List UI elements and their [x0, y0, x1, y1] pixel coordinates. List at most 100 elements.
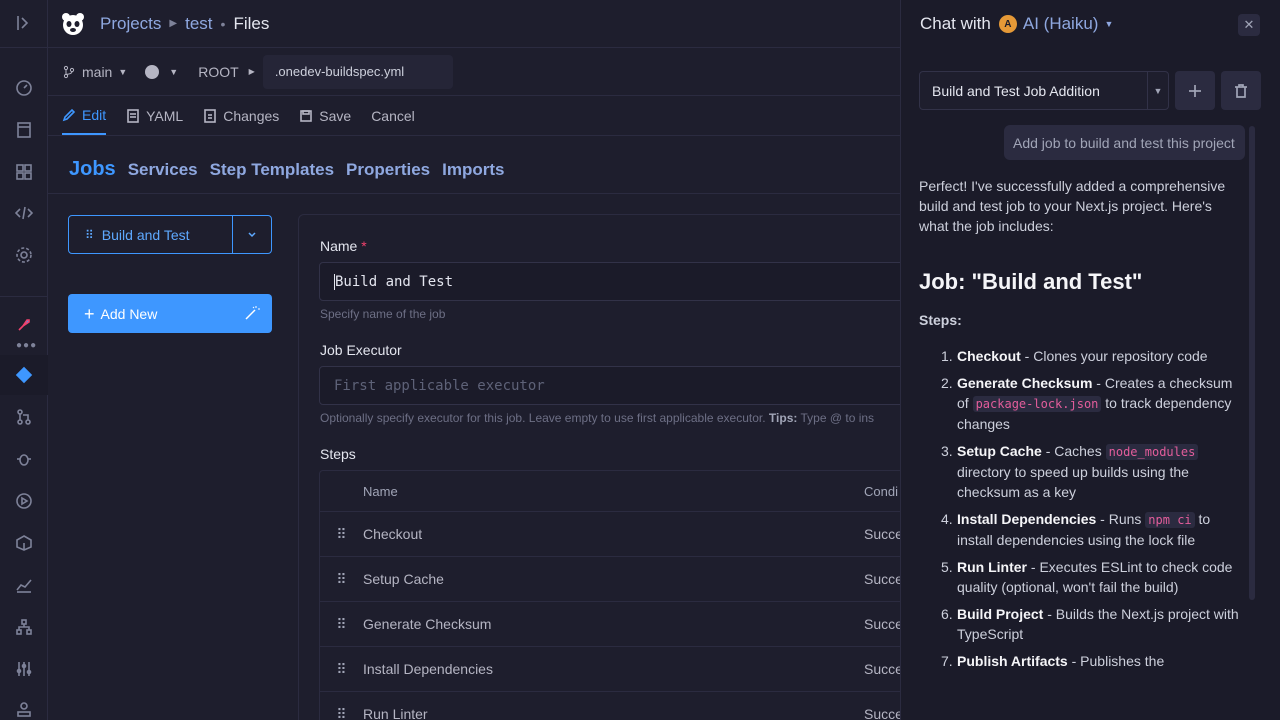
reply-heading: Job: "Build and Test"	[919, 269, 1143, 294]
table-row[interactable]: ⠿ Install Dependencies Succe	[320, 647, 908, 692]
sliders-icon[interactable]	[0, 649, 48, 689]
ai-reply: Perfect! I've successfully added a compr…	[919, 176, 1239, 678]
rocket-icon[interactable]	[0, 305, 48, 345]
branch-icon	[63, 65, 75, 78]
git-icon[interactable]	[0, 355, 48, 395]
filename-input[interactable]: .onedev-buildspec.yml	[262, 54, 453, 89]
ai-model-selector[interactable]: A AI (Haiku) ▼	[998, 14, 1113, 34]
step-title: Build Project	[957, 606, 1044, 622]
reply-steps-list: 1. Checkout - Clones your repository code…	[919, 346, 1239, 671]
grid-icon[interactable]	[0, 152, 48, 192]
breadcrumb-projects[interactable]: Projects	[100, 14, 161, 34]
job-executor-input[interactable]: First applicable executor	[319, 366, 909, 405]
trash-icon	[1235, 83, 1247, 98]
file-code-icon	[127, 108, 139, 123]
tab-step-templates[interactable]: Step Templates	[210, 160, 334, 180]
name-label: Name *	[320, 238, 367, 254]
path-bar: main ▼ ▼ ROOT ▶ .onedev-buildspec.yml	[48, 48, 900, 96]
more-dots-icon[interactable]: ●●●	[16, 340, 37, 351]
drag-handle-icon[interactable]: ⠿	[320, 526, 363, 543]
drag-handle-icon[interactable]: ⠿	[85, 228, 94, 242]
executor-help-main: Optionally specify executor for this job…	[320, 411, 766, 425]
list-item: 3. Setup Cache - Caches node_modules dire…	[941, 441, 1239, 502]
code-icon[interactable]	[0, 193, 48, 233]
tab-changes-label: Changes	[223, 107, 280, 124]
step-desc: - Clones your repository code	[1020, 348, 1208, 364]
drag-handle-icon[interactable]: ⠿	[320, 571, 363, 588]
list-item: 2. Generate Checksum - Creates a checksum…	[941, 373, 1239, 434]
step-name: Checkout	[363, 526, 423, 542]
top-bar: Projects ▶ test • Files	[48, 0, 900, 48]
pull-request-icon[interactable]	[0, 397, 48, 437]
table-row[interactable]: ⠿ Setup Cache Succe	[320, 557, 908, 602]
step-num: 4.	[941, 511, 953, 527]
tab-properties[interactable]: Properties	[346, 160, 430, 180]
add-new-job-button[interactable]: + Add New	[68, 294, 272, 333]
reply-intro: Perfect! I've successfully added a compr…	[919, 178, 1226, 234]
floppy-icon	[300, 109, 313, 122]
job-name-input[interactable]: Build and Test	[319, 262, 909, 301]
tab-imports[interactable]: Imports	[442, 160, 504, 180]
settings-gear-icon[interactable]	[0, 235, 48, 275]
play-icon[interactable]	[0, 481, 48, 521]
step-num: 2.	[941, 375, 953, 391]
delete-conversation-button[interactable]	[1221, 71, 1261, 110]
col-name: Name	[363, 483, 398, 499]
list-item: 7. Publish Artifacts - Publishes the	[941, 651, 1239, 671]
job-selector-item[interactable]: ⠿ Build and Test	[69, 216, 233, 253]
tab-services[interactable]: Services	[128, 160, 198, 180]
plus-icon	[1189, 84, 1201, 97]
step-num: 5.	[941, 559, 953, 575]
tab-yaml[interactable]: YAML	[126, 96, 183, 135]
drag-handle-icon[interactable]: ⠿	[320, 706, 363, 720]
tab-edit[interactable]: Edit	[62, 96, 107, 135]
build-status-selector[interactable]: ▼	[145, 64, 179, 79]
conversation-selector[interactable]: Build and Test Job Addition ▼	[919, 71, 1169, 110]
step-num: 7.	[941, 653, 953, 669]
stamp-icon[interactable]	[0, 690, 48, 720]
onedev-logo-icon[interactable]	[60, 11, 86, 37]
user-message: Add job to build and test this project	[1004, 125, 1245, 160]
branch-selector[interactable]: main ▼	[62, 64, 127, 80]
tab-changes[interactable]: Changes	[203, 96, 279, 135]
table-row[interactable]: ⠿ Checkout Succe	[320, 512, 908, 557]
steps-table: Name Condi ⠿ Checkout Succe ⠿ Setup Cach…	[319, 470, 909, 720]
executor-label: Job Executor	[320, 342, 402, 358]
executor-help-text: Optionally specify executor for this job…	[320, 411, 900, 425]
root-label: ROOT	[198, 63, 239, 80]
divider	[48, 193, 900, 194]
step-title: Generate Checksum	[957, 375, 1093, 391]
table-row[interactable]: ⠿ Generate Checksum Succe	[320, 602, 908, 647]
job-dropdown-button[interactable]	[233, 216, 271, 253]
dashboard-icon[interactable]	[0, 68, 48, 108]
root-path[interactable]: ROOT ▶	[198, 64, 255, 80]
inline-code: npm ci	[1145, 512, 1195, 528]
package-icon[interactable]	[0, 523, 48, 563]
close-icon[interactable]: ✕	[1238, 14, 1260, 36]
drag-handle-icon[interactable]: ⠿	[320, 661, 363, 678]
cancel-button[interactable]: Cancel	[371, 96, 415, 135]
chat-scrollbar[interactable]	[1249, 126, 1255, 600]
required-mark: *	[361, 238, 367, 254]
list-item: 4. Install Dependencies - Runs npm ci to …	[941, 509, 1239, 550]
new-conversation-button[interactable]	[1175, 71, 1215, 110]
sidebar-toggle-icon[interactable]	[0, 3, 48, 43]
hierarchy-icon[interactable]	[0, 607, 48, 647]
tab-jobs[interactable]: Jobs	[69, 158, 116, 181]
step-desc-post: directory to speed up builds using the c…	[957, 464, 1189, 500]
table-row[interactable]: ⠿ Run Linter Succe	[320, 692, 908, 720]
ai-avatar: A	[998, 15, 1017, 33]
breadcrumb-dot-icon: •	[220, 15, 226, 32]
bookmark-icon[interactable]	[0, 110, 48, 150]
steps-label: Steps	[320, 446, 356, 462]
magic-wand-icon[interactable]	[244, 305, 260, 321]
save-button[interactable]: Save	[299, 96, 351, 135]
chevron-down-icon: ▼	[169, 66, 179, 77]
bug-icon[interactable]	[0, 439, 48, 479]
list-item: 5. Run Linter - Executes ESLint to check …	[941, 557, 1239, 597]
chart-icon[interactable]	[0, 565, 48, 605]
step-desc: - Publishes the	[1067, 653, 1165, 669]
breadcrumb-project[interactable]: test	[185, 14, 212, 34]
drag-handle-icon[interactable]: ⠿	[320, 616, 363, 633]
status-circle-icon	[145, 64, 160, 79]
